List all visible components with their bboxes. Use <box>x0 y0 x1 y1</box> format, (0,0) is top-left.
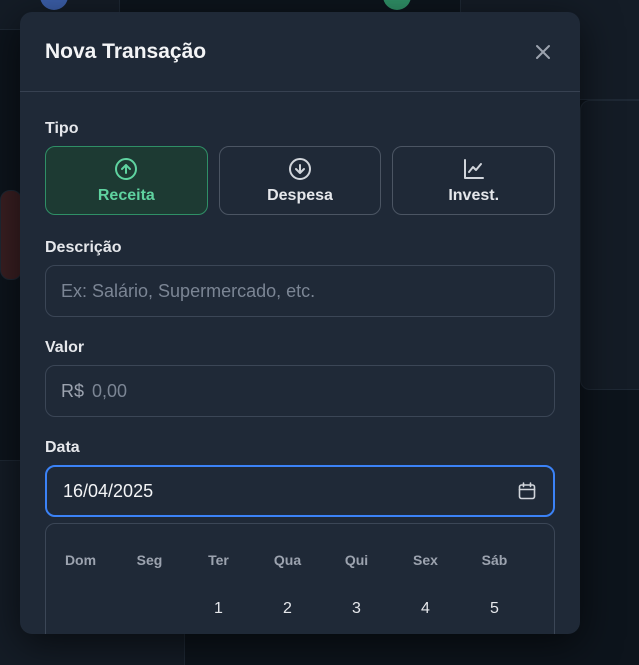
calendar-day[interactable]: 5 <box>460 600 529 618</box>
calendar-day[interactable]: 4 <box>391 600 460 618</box>
weekday-label: Sex <box>413 552 438 568</box>
valor-field: R$ <box>45 365 555 417</box>
date-picker-calendar: Dom Seg Ter Qua Qui Sex Sáb 1 2 3 4 5 <box>45 523 555 634</box>
weekday-label: Seg <box>136 552 163 568</box>
line-chart-icon <box>463 158 484 179</box>
weekday-label: Ter <box>208 552 229 568</box>
calendar-week: 1 2 3 4 5 <box>46 568 554 618</box>
new-transaction-modal: Nova Transação Tipo Receita Despesa Inve… <box>20 12 580 634</box>
weekday-label: Dom <box>64 552 97 568</box>
calendar-day-empty <box>46 600 115 618</box>
calendar-day-empty <box>115 600 184 618</box>
background-avatar <box>383 0 411 10</box>
type-selector: Receita Despesa Invest. <box>45 146 556 215</box>
type-despesa-button[interactable]: Despesa <box>218 146 382 215</box>
arrow-up-circle-icon <box>115 157 138 180</box>
date-value: 16/04/2025 <box>63 480 154 501</box>
arrow-down-circle-icon <box>289 157 311 180</box>
descricao-field <box>45 265 555 317</box>
type-receita-label: Receita <box>97 186 155 204</box>
calendar-icon[interactable] <box>517 481 537 501</box>
type-receita-button[interactable]: Receita <box>45 146 208 215</box>
modal-header: Nova Transação <box>20 12 580 92</box>
close-button[interactable] <box>531 40 555 64</box>
descricao-label: Descrição <box>45 239 122 256</box>
weekday-label: Sáb <box>481 552 508 568</box>
date-input[interactable]: 16/04/2025 <box>45 465 555 517</box>
currency-prefix: R$ <box>61 380 85 401</box>
type-despesa-label: Despesa <box>267 186 333 204</box>
data-label: Data <box>45 439 80 456</box>
weekday-label: Qua <box>273 552 302 568</box>
calendar-day[interactable]: 2 <box>253 600 322 618</box>
calendar-day[interactable]: 1 <box>184 600 253 618</box>
background-card <box>0 190 22 280</box>
valor-label: Valor <box>45 339 85 356</box>
modal-body: Tipo Receita Despesa Invest. Descrição E… <box>20 92 580 634</box>
type-invest-button[interactable]: Invest. <box>392 146 556 215</box>
calendar-day[interactable]: 3 <box>322 600 391 618</box>
modal-title: Nova Transação <box>45 39 207 63</box>
tipo-label: Tipo <box>45 120 79 137</box>
valor-input[interactable] <box>92 380 539 402</box>
close-icon <box>536 44 550 59</box>
type-invest-label: Invest. <box>448 186 500 204</box>
weekday-label: Qui <box>344 552 369 568</box>
calendar-weekdays: Dom Seg Ter Qua Qui Sex Sáb <box>46 552 554 568</box>
background-card <box>580 100 639 390</box>
descricao-input[interactable] <box>61 280 539 302</box>
